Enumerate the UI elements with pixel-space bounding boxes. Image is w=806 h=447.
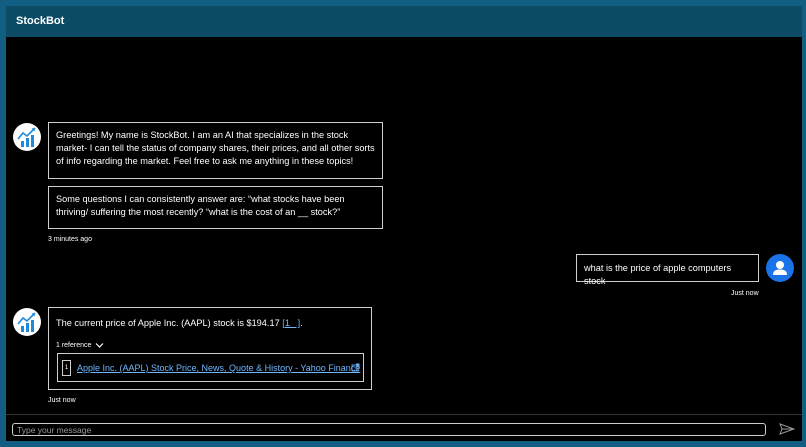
bot-answer-text: The current price of Apple Inc. (AAPL) s… [56, 318, 280, 328]
citation-number[interactable]: 1 [285, 318, 290, 328]
bot-answer-bubble: The current price of Apple Inc. (AAPL) s… [48, 307, 372, 390]
send-icon[interactable] [779, 423, 795, 435]
header-bar: StockBot [6, 6, 802, 37]
references-toggle-label[interactable]: 1 reference [56, 342, 91, 349]
stock-chart-icon [17, 312, 36, 332]
app-title: StockBot [16, 15, 65, 27]
user-avatar [766, 254, 794, 282]
reference-card[interactable]: 1 Apple Inc. (AAPL) Stock Price, News, Q… [57, 353, 364, 382]
bot-answer-timestamp: Just now [48, 397, 76, 404]
user-message: what is the price of apple computers sto… [576, 254, 759, 286]
app-frame: StockBot Greetings! My name is StockBot.… [0, 0, 806, 447]
external-link-icon[interactable] [351, 363, 360, 372]
bot-message-examples: Some questions I can consistently answer… [48, 186, 383, 229]
chat-transcript[interactable]: Greetings! My name is StockBot. I am an … [6, 37, 802, 414]
references-toggle[interactable]: 1 reference [56, 339, 104, 352]
bot-intro-timestamp: 3 minutes ago [48, 236, 92, 243]
reference-number: 1 [62, 360, 71, 376]
bot-answer-line: The current price of Apple Inc. (AAPL) s… [56, 318, 303, 328]
stock-chart-icon [17, 127, 36, 147]
composer-bar [6, 414, 802, 441]
bot-message-intro: Greetings! My name is StockBot. I am an … [48, 122, 383, 179]
citation-link[interactable]: [1 ] [282, 318, 300, 328]
person-icon [773, 261, 787, 275]
user-timestamp: Just now [731, 290, 759, 297]
message-input[interactable] [12, 423, 766, 436]
bot-avatar [13, 308, 41, 336]
chevron-down-icon[interactable] [95, 342, 104, 349]
bot-avatar [13, 123, 41, 151]
reference-link[interactable]: Apple Inc. (AAPL) Stock Price, News, Quo… [77, 362, 360, 374]
